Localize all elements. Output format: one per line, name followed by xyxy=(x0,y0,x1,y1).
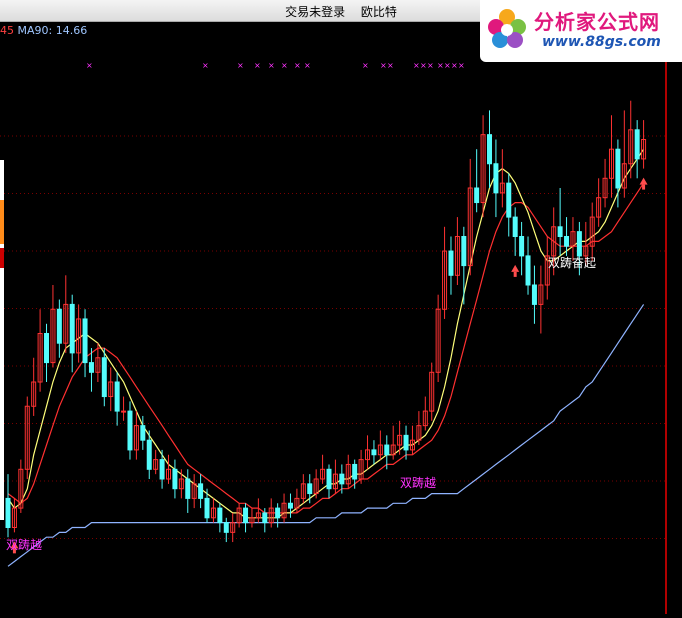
signal-x-marker: × xyxy=(86,61,93,70)
candle-body xyxy=(326,468,332,490)
signal-label-3: 双踌奋起 xyxy=(548,256,597,270)
candle-body xyxy=(82,318,88,364)
candle-body xyxy=(307,483,313,495)
candle-body xyxy=(287,502,293,509)
signal-x-marker: × xyxy=(420,61,427,70)
candle-body xyxy=(506,182,512,218)
candle-body xyxy=(217,507,223,524)
candle-body xyxy=(634,129,640,160)
signal-x-marker: × xyxy=(254,61,261,70)
signal-x-marker: × xyxy=(427,61,434,70)
candlestick-chart[interactable]: × × × × × × × × × × × × × × × × × × xyxy=(0,21,682,614)
up-arrow-stem xyxy=(642,184,646,190)
signal-x-marker: × xyxy=(281,61,288,70)
site-logo: 分析家公式网 www.88gs.com xyxy=(480,0,682,62)
signal-x-marker: × xyxy=(437,61,444,70)
signal-x-marker: × xyxy=(202,61,209,70)
candle-body xyxy=(576,231,582,257)
candle-body xyxy=(403,434,409,451)
up-arrow-stem xyxy=(513,271,517,277)
candle-body xyxy=(531,284,537,305)
signal-label-2: 双踌越 xyxy=(400,476,437,490)
signal-x-marker: × xyxy=(444,61,451,70)
signal-x-marker: × xyxy=(304,61,311,70)
candle-body xyxy=(448,250,454,276)
candle-body xyxy=(564,236,570,247)
candle-body xyxy=(557,226,563,238)
ma90-readout: MA90: 14.66 xyxy=(17,24,88,37)
candle-body xyxy=(101,357,107,398)
candle-body xyxy=(384,444,390,456)
flower-logo-icon xyxy=(488,9,526,48)
signal-x-marker: × xyxy=(413,61,420,70)
chart-area[interactable]: × × × × × × × × × × × × × × × × × × xyxy=(0,21,682,614)
candle-body xyxy=(371,449,377,456)
signal-label-1: 双踌越 xyxy=(6,538,43,552)
candle-body xyxy=(140,425,146,441)
signal-x-marker: × xyxy=(294,61,301,70)
candle-body xyxy=(198,483,204,499)
left-strip-red xyxy=(0,248,4,268)
candle-body xyxy=(525,255,531,286)
stock-name: 欧比特 xyxy=(360,5,397,19)
ma-mid-line xyxy=(7,182,645,514)
candle-body xyxy=(519,236,525,257)
logo-brand-text: 分析家公式网 xyxy=(534,10,660,34)
signal-x-marker: × xyxy=(451,61,458,70)
candle-body xyxy=(493,163,499,194)
candle-body xyxy=(223,522,229,533)
signal-x-marker: × xyxy=(387,61,394,70)
up-arrow-marker xyxy=(639,177,648,185)
candle-body xyxy=(185,478,191,499)
left-strip-orange xyxy=(0,200,4,244)
ma-readout: 45 MA90: 14.66 xyxy=(0,24,87,37)
candle-body xyxy=(44,333,50,364)
candle-body xyxy=(615,148,621,189)
candle-body xyxy=(159,459,165,480)
signal-x-marker: × xyxy=(380,61,387,70)
login-status: 交易未登录 xyxy=(285,5,346,19)
signal-x-marker: × xyxy=(237,61,244,70)
prev-indicator-fragment: 45 xyxy=(0,24,14,37)
ma90-line xyxy=(7,304,645,567)
candle-body xyxy=(204,497,210,519)
signal-x-marker: × xyxy=(458,61,465,70)
candle-body xyxy=(243,507,249,524)
candle-body xyxy=(172,468,178,490)
candle-body xyxy=(461,236,467,267)
candle-body xyxy=(69,303,75,354)
candle-body xyxy=(127,410,133,451)
candle-body xyxy=(474,187,480,204)
logo-url-text: www.88gs.com xyxy=(542,34,661,50)
candle-body xyxy=(56,308,62,344)
candle-body xyxy=(114,381,120,412)
candle-body xyxy=(88,362,94,373)
up-arrow-marker xyxy=(511,264,520,272)
candle-body xyxy=(512,216,518,238)
candle-body xyxy=(5,497,11,528)
signal-x-marker: × xyxy=(362,61,369,70)
ma-fast-line xyxy=(7,148,645,519)
candle-body xyxy=(262,512,268,524)
candle-body xyxy=(487,134,492,165)
left-edge-strip xyxy=(0,160,4,520)
candle-body xyxy=(275,507,281,519)
candle-body xyxy=(121,410,127,413)
candle-body xyxy=(352,463,358,480)
candle-body xyxy=(339,473,345,485)
signal-x-marker: × xyxy=(268,61,275,70)
candle-body xyxy=(146,439,152,470)
